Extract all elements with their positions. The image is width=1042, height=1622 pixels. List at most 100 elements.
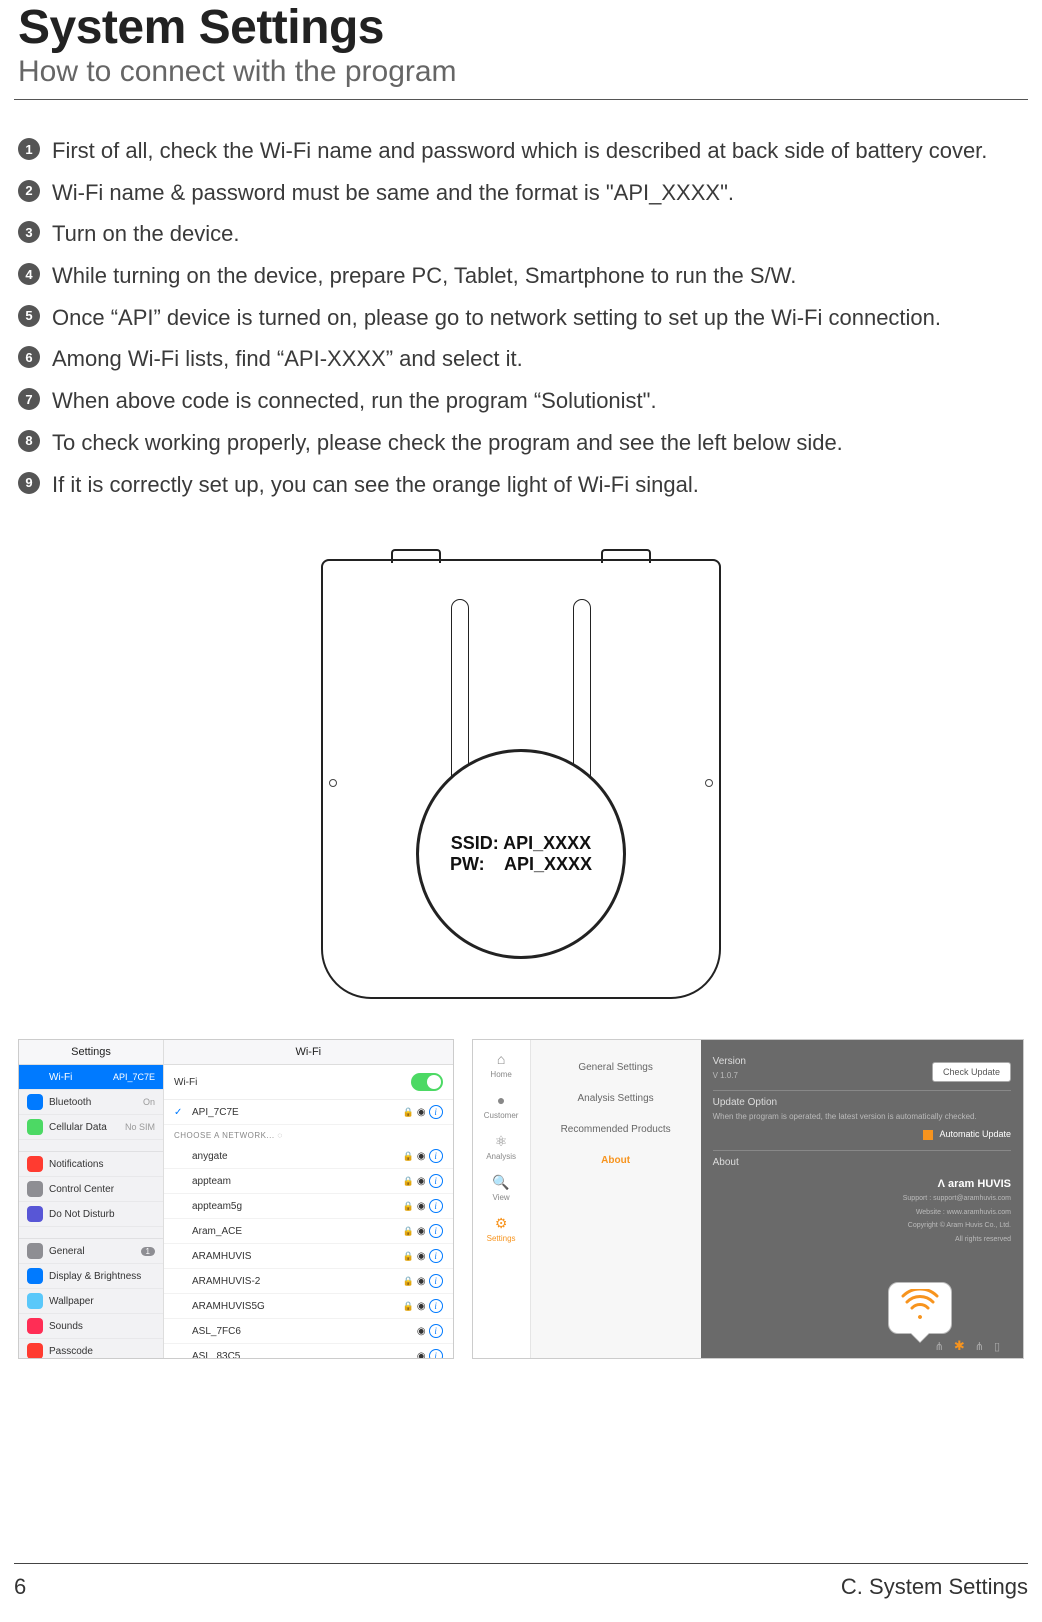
device-cover-diagram: SSID: API_XXXX PW: API_XXXX <box>0 549 1042 999</box>
settings-item-label: Wallpaper <box>49 1296 155 1307</box>
app-nav-item[interactable]: ●Customer <box>484 1091 519 1120</box>
wifi-network-row[interactable]: anygate🔒◉i <box>164 1144 453 1169</box>
network-name: ASL_7FC6 <box>192 1326 411 1337</box>
wifi-network-row[interactable]: appteam5g🔒◉i <box>164 1194 453 1219</box>
rights-text: All rights reserved <box>713 1235 1011 1245</box>
page-subtitle: How to connect with the program <box>14 55 1028 100</box>
settings-item-icon <box>27 1343 43 1359</box>
update-option-header: Update Option <box>713 1097 1011 1108</box>
lock-icon: 🔒 <box>403 1151 414 1162</box>
wifi-network-row[interactable]: ARAMHUVIS5G🔒◉i <box>164 1294 453 1319</box>
info-icon[interactable]: i <box>429 1149 443 1163</box>
page-footer: 6 C. System Settings <box>14 1563 1028 1600</box>
network-name: ARAMHUVIS5G <box>192 1301 397 1312</box>
lock-icon: 🔒 <box>403 1226 414 1237</box>
settings-item-value: On <box>143 1097 155 1107</box>
wifi-network-row[interactable]: ASL_83C5◉i <box>164 1344 453 1359</box>
step-number-badge: 3 <box>18 221 40 243</box>
check-update-button[interactable]: Check Update <box>932 1062 1011 1082</box>
settings-sidebar-item[interactable]: Bluetooth On <box>19 1090 163 1115</box>
settings-sidebar-item[interactable]: Do Not Disturb <box>19 1202 163 1227</box>
settings-item-icon <box>27 1181 43 1197</box>
settings-item-label: Cellular Data <box>49 1122 119 1133</box>
network-name: appteam <box>192 1176 397 1187</box>
wifi-signal-icon: ◉ <box>417 1201 426 1212</box>
settings-sidebar-item[interactable]: Control Center <box>19 1177 163 1202</box>
settings-sidebar-item[interactable]: Display & Brightness <box>19 1264 163 1289</box>
nav-icon: ● <box>492 1091 510 1109</box>
settings-sidebar-item[interactable]: Wi-FiAPI_7C7E <box>19 1065 163 1090</box>
settings-item-icon <box>27 1206 43 1222</box>
settings-sidebar-item[interactable]: Cellular DataNo SIM <box>19 1115 163 1140</box>
step-text: Among Wi-Fi lists, find “API-XXXX” and s… <box>52 344 523 374</box>
info-icon[interactable]: i <box>429 1274 443 1288</box>
info-icon[interactable]: i <box>429 1299 443 1313</box>
settings-section-link[interactable]: General Settings <box>531 1052 701 1083</box>
settings-item-icon <box>27 1094 43 1110</box>
instruction-step: 2Wi-Fi name & password must be same and … <box>18 178 1024 208</box>
app-nav-item[interactable]: ⚙Settings <box>487 1214 516 1243</box>
wifi-signal-icon: ◉ <box>417 1301 426 1312</box>
pw-value: PW: API_XXXX <box>450 854 592 875</box>
app-nav-item[interactable]: ⚛Analysis <box>486 1132 516 1161</box>
step-text: When above code is connected, run the pr… <box>52 386 657 416</box>
lock-icon: 🔒 <box>403 1276 414 1287</box>
checkbox-icon[interactable] <box>923 1130 933 1140</box>
nav-icon: 🔍 <box>492 1173 510 1191</box>
settings-header: Settings <box>19 1040 163 1065</box>
settings-item-label: Passcode <box>49 1346 155 1357</box>
info-icon[interactable]: i <box>429 1199 443 1213</box>
settings-sidebar-item[interactable]: General1 <box>19 1239 163 1264</box>
settings-item-icon <box>27 1156 43 1172</box>
copyright-text: Copyright © Aram Huvis Co., Ltd. <box>713 1221 1011 1231</box>
settings-sidebar-item[interactable]: Wallpaper <box>19 1289 163 1314</box>
update-option-desc: When the program is operated, the latest… <box>713 1112 1011 1121</box>
auto-update-row[interactable]: Automatic Update <box>713 1129 1011 1140</box>
wifi-icon <box>901 1289 939 1327</box>
wifi-network-row[interactable]: Aram_ACE🔒◉i <box>164 1219 453 1244</box>
checkmark-icon: ✓ <box>174 1107 186 1118</box>
settings-sidebar-item[interactable]: Notifications <box>19 1152 163 1177</box>
instruction-step: 1First of all, check the Wi-Fi name and … <box>18 136 1024 166</box>
step-text: Turn on the device. <box>52 219 240 249</box>
nav-label: Analysis <box>486 1152 516 1161</box>
step-text: Once “API” device is turned on, please g… <box>52 303 941 333</box>
wifi-signal-icon: ◉ <box>417 1276 426 1287</box>
connected-network-row[interactable]: ✓ API_7C7E 🔒 ◉ i <box>164 1100 453 1125</box>
settings-item-label: Bluetooth <box>49 1097 137 1108</box>
info-icon[interactable]: i <box>429 1349 443 1359</box>
wifi-network-row[interactable]: ARAMHUVIS🔒◉i <box>164 1244 453 1269</box>
settings-sidebar-item[interactable]: Passcode <box>19 1339 163 1359</box>
settings-section-link[interactable]: Analysis Settings <box>531 1083 701 1114</box>
step-number-badge: 9 <box>18 472 40 494</box>
info-icon[interactable]: i <box>429 1324 443 1338</box>
wifi-network-row[interactable]: ARAMHUVIS-2 🔒◉i <box>164 1269 453 1294</box>
step-number-badge: 2 <box>18 180 40 202</box>
step-text: To check working properly, please check … <box>52 428 843 458</box>
wifi-toggle-row[interactable]: Wi-Fi <box>164 1065 453 1100</box>
settings-section-link[interactable]: Recommended Products <box>531 1114 701 1145</box>
step-text: If it is correctly set up, you can see t… <box>52 470 699 500</box>
step-number-badge: 8 <box>18 430 40 452</box>
info-icon[interactable]: i <box>429 1105 443 1119</box>
info-icon[interactable]: i <box>429 1224 443 1238</box>
status-bar-icons: ⋔ ✱ ⋔ ▯ <box>935 1338 1000 1354</box>
wifi-signal-icon: ◉ <box>417 1107 426 1118</box>
settings-item-icon <box>27 1119 43 1135</box>
step-text: First of all, check the Wi-Fi name and p… <box>52 136 987 166</box>
settings-item-label: Display & Brightness <box>49 1271 155 1282</box>
network-name: ASL_83C5 <box>192 1351 411 1360</box>
settings-item-icon <box>27 1243 43 1259</box>
settings-sidebar-item[interactable]: Sounds <box>19 1314 163 1339</box>
info-icon[interactable]: i <box>429 1249 443 1263</box>
battery-icon: ▯ <box>994 1340 1000 1353</box>
settings-section-link[interactable]: About <box>531 1145 701 1176</box>
website-text: Website : www.aramhuvis.com <box>713 1208 1011 1218</box>
info-icon[interactable]: i <box>429 1174 443 1188</box>
wifi-toggle[interactable] <box>411 1073 443 1091</box>
app-nav-item[interactable]: ⌂Home <box>490 1050 511 1079</box>
app-nav-item[interactable]: 🔍View <box>492 1173 510 1202</box>
network-name: ARAMHUVIS-2 <box>192 1276 397 1287</box>
wifi-network-row[interactable]: ASL_7FC6◉i <box>164 1319 453 1344</box>
wifi-network-row[interactable]: appteam🔒◉i <box>164 1169 453 1194</box>
